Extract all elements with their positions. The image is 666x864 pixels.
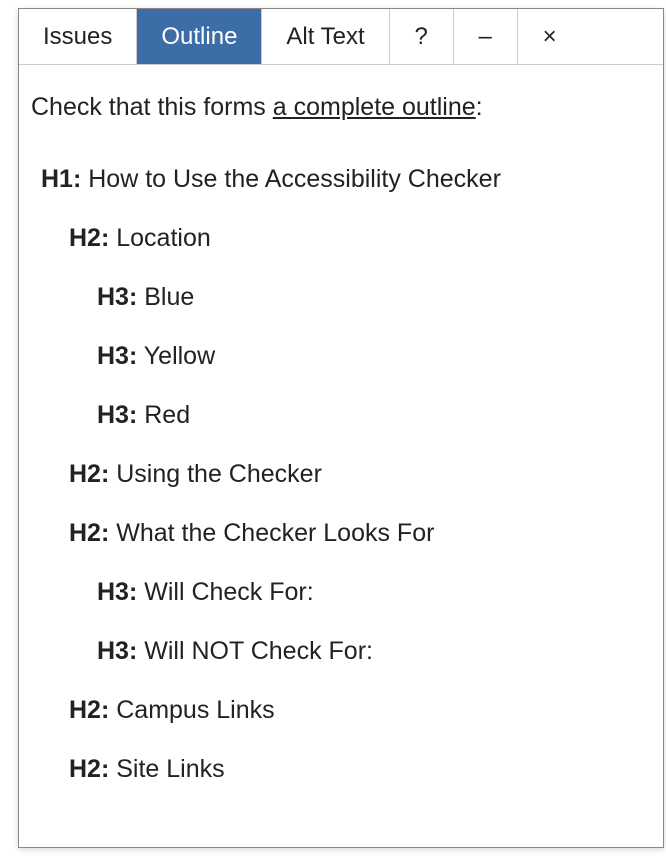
heading-text: Site Links bbox=[109, 755, 224, 783]
outline-content: Check that this forms a complete outline… bbox=[19, 65, 663, 823]
heading-text: Campus Links bbox=[109, 696, 274, 724]
outline-item[interactable]: H3: Will Check For: bbox=[97, 575, 651, 610]
tab-outline[interactable]: Outline bbox=[137, 9, 262, 64]
outline-item[interactable]: H2: Using the Checker bbox=[69, 457, 651, 492]
tab-alt-text[interactable]: Alt Text bbox=[262, 9, 389, 64]
complete-outline-link[interactable]: a complete outline bbox=[273, 93, 476, 121]
heading-text: How to Use the Accessibility Checker bbox=[81, 165, 501, 193]
heading-level-label: H2: bbox=[69, 696, 109, 724]
close-button[interactable]: × bbox=[518, 9, 582, 64]
heading-level-label: H3: bbox=[97, 637, 137, 665]
outline-item[interactable]: H2: Site Links bbox=[69, 752, 651, 787]
heading-text: Will Check For: bbox=[137, 578, 313, 606]
outline-item[interactable]: H3: Red bbox=[97, 398, 651, 433]
intro-prefix: Check that this forms bbox=[31, 93, 273, 121]
minimize-button[interactable]: – bbox=[454, 9, 518, 64]
outline-item[interactable]: H2: What the Checker Looks For bbox=[69, 516, 651, 551]
heading-level-label: H1: bbox=[41, 165, 81, 193]
heading-level-label: H3: bbox=[97, 578, 137, 606]
intro-text: Check that this forms a complete outline… bbox=[31, 93, 651, 122]
heading-text: Will NOT Check For: bbox=[137, 637, 373, 665]
heading-level-label: H3: bbox=[97, 283, 137, 311]
heading-level-label: H2: bbox=[69, 224, 109, 252]
heading-level-label: H2: bbox=[69, 755, 109, 783]
tab-bar: Issues Outline Alt Text ? – × bbox=[19, 9, 663, 65]
outline-item[interactable]: H1: How to Use the Accessibility Checker bbox=[41, 162, 651, 197]
heading-text: Using the Checker bbox=[109, 460, 322, 488]
heading-level-label: H3: bbox=[97, 342, 137, 370]
outline-item[interactable]: H3: Blue bbox=[97, 280, 651, 315]
outline-item[interactable]: H2: Location bbox=[69, 221, 651, 256]
heading-level-label: H2: bbox=[69, 460, 109, 488]
heading-level-label: H3: bbox=[97, 401, 137, 429]
heading-text: Yellow bbox=[137, 342, 215, 370]
outline-item[interactable]: H3: Will NOT Check For: bbox=[97, 634, 651, 669]
accessibility-checker-panel: Issues Outline Alt Text ? – × Check that… bbox=[18, 8, 664, 848]
outline-list: H1: How to Use the Accessibility Checker… bbox=[31, 162, 651, 787]
intro-suffix: : bbox=[476, 93, 483, 121]
heading-text: Red bbox=[137, 401, 190, 429]
heading-text: Location bbox=[109, 224, 210, 252]
heading-text: Blue bbox=[137, 283, 194, 311]
outline-item[interactable]: H2: Campus Links bbox=[69, 693, 651, 728]
heading-level-label: H2: bbox=[69, 519, 109, 547]
heading-text: What the Checker Looks For bbox=[109, 519, 434, 547]
tab-issues[interactable]: Issues bbox=[19, 9, 137, 64]
outline-item[interactable]: H3: Yellow bbox=[97, 339, 651, 374]
help-button[interactable]: ? bbox=[390, 9, 454, 64]
